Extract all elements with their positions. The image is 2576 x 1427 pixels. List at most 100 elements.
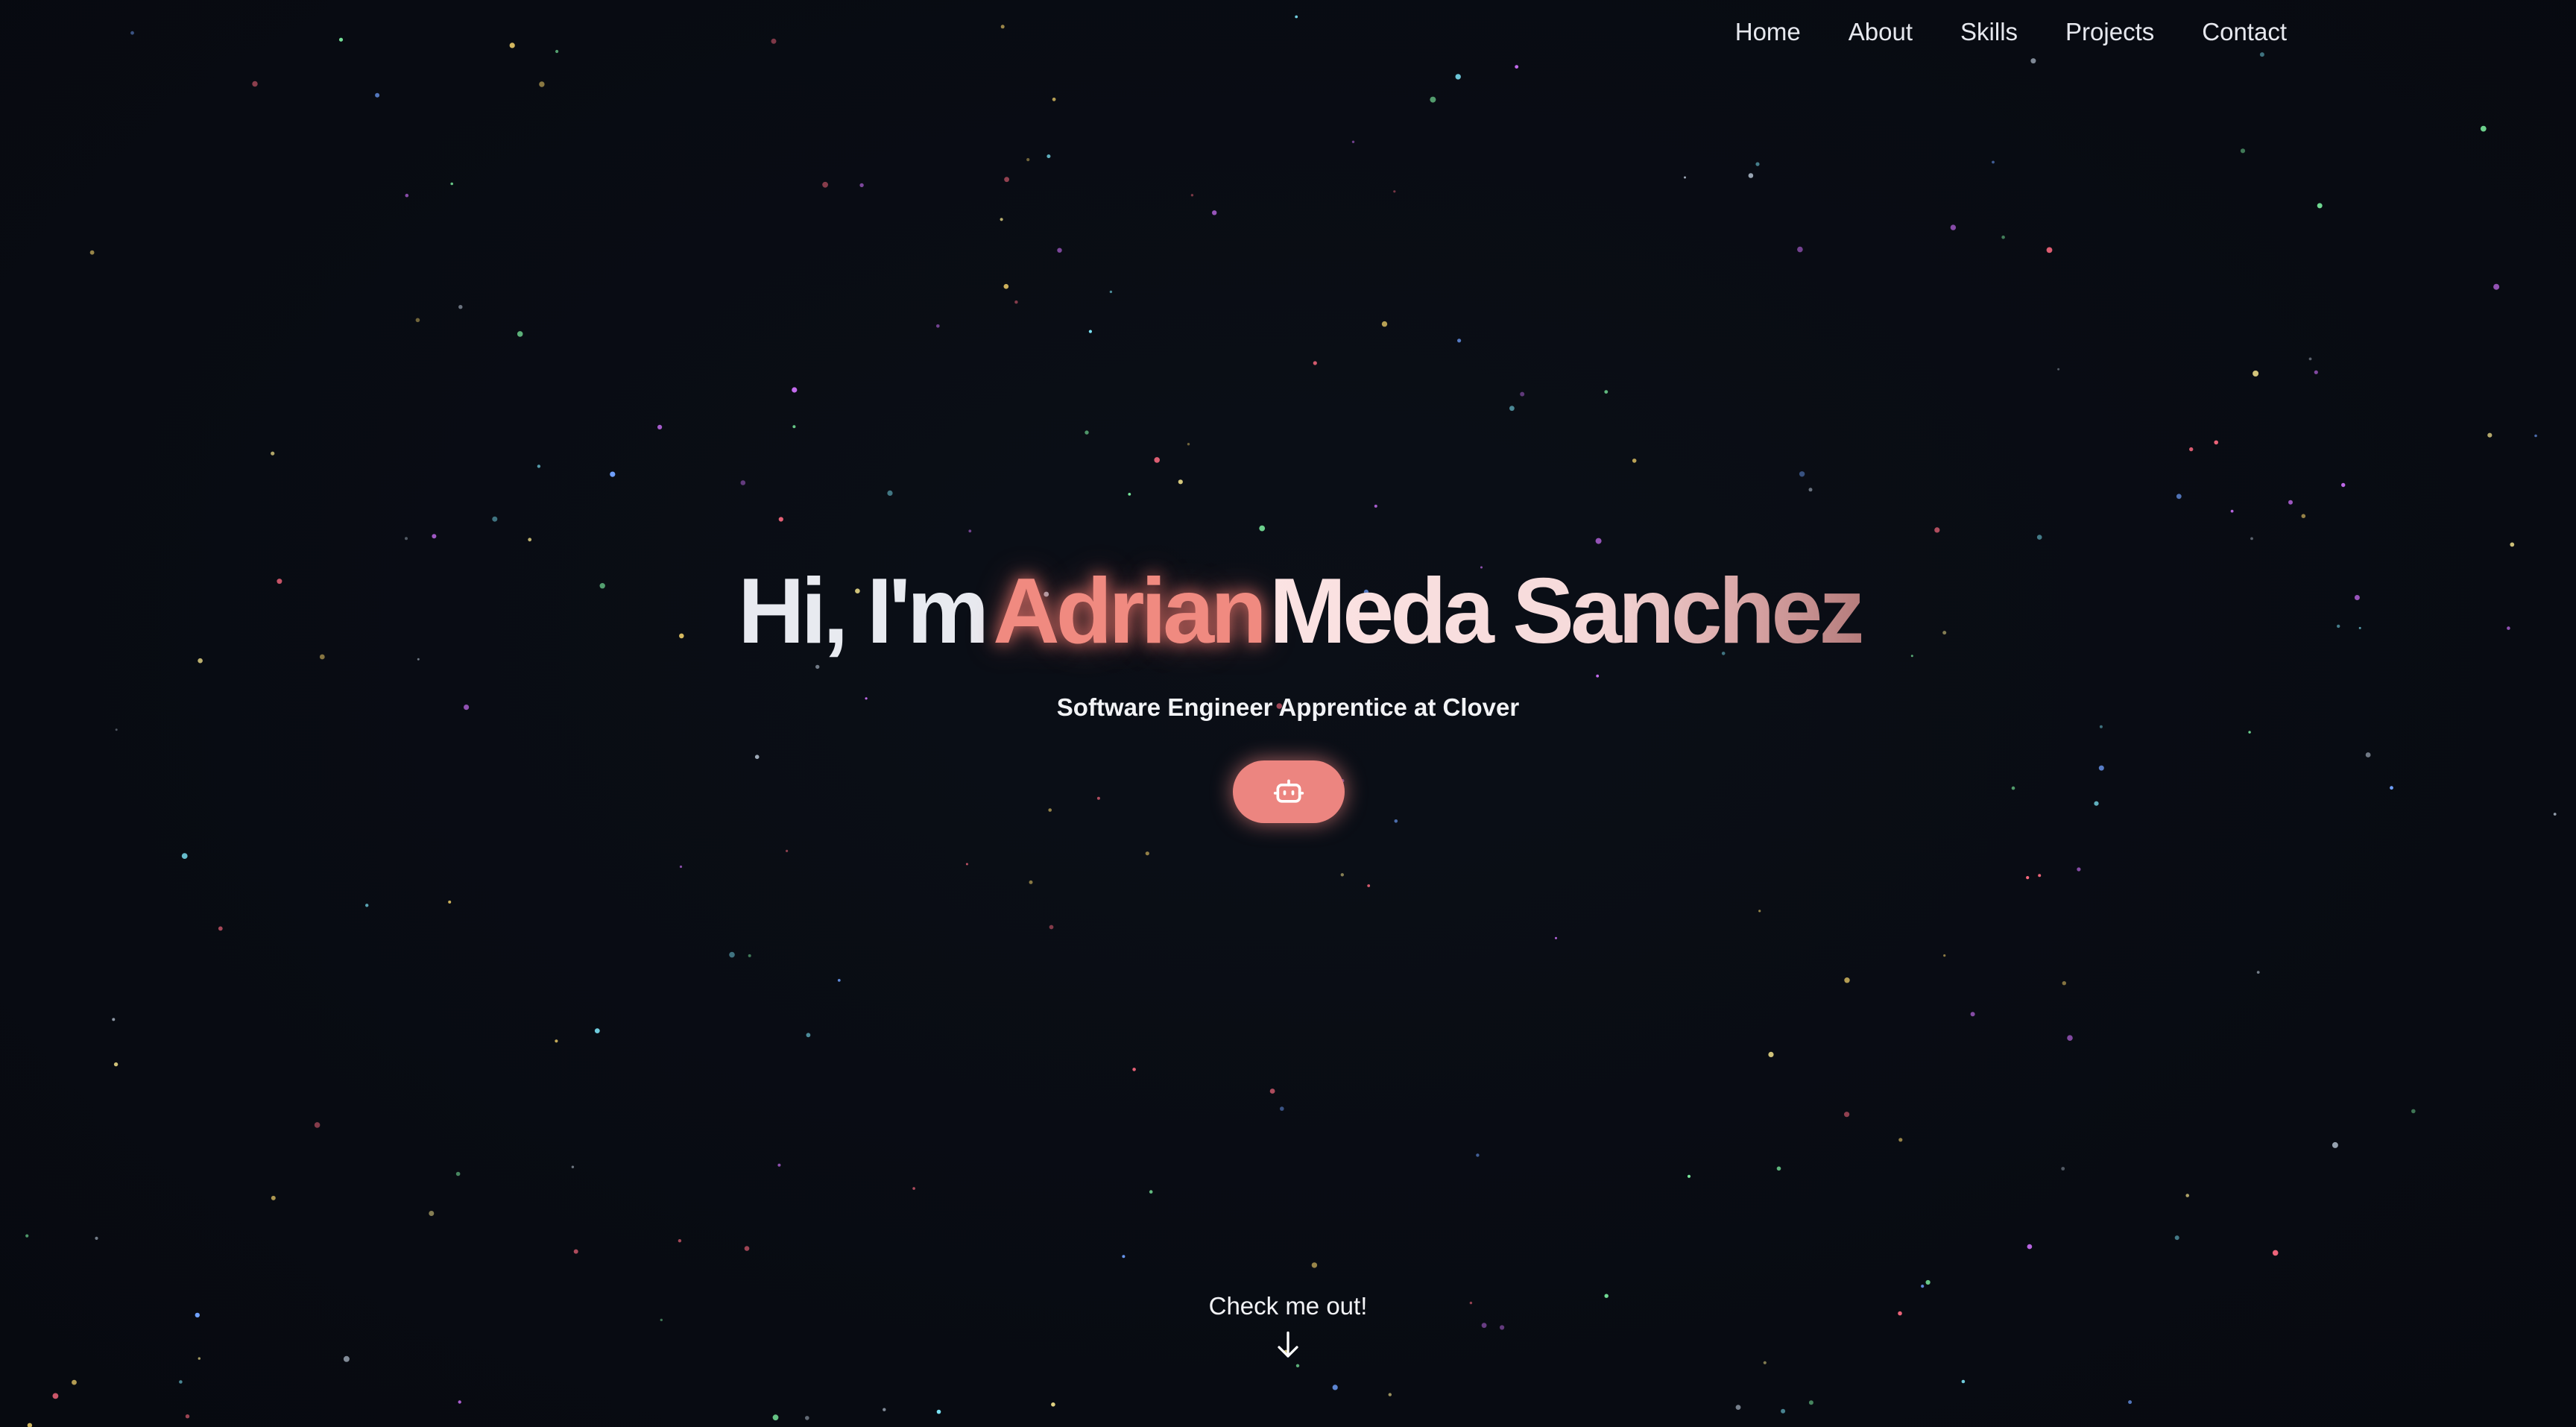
- star-dot: [185, 1414, 190, 1419]
- star-dot: [2214, 440, 2218, 445]
- nav-contact[interactable]: Contact: [2202, 18, 2287, 46]
- star-dot: [1925, 1279, 1931, 1285]
- nav-about[interactable]: About: [1849, 18, 1913, 46]
- star-dot: [1844, 1112, 1850, 1118]
- star-dot: [1149, 1190, 1153, 1194]
- star-dot: [539, 81, 545, 87]
- star-dot: [571, 1165, 575, 1168]
- star-dot: [740, 480, 746, 485]
- chatbot-button[interactable]: [1233, 760, 1345, 823]
- star-dot: [1096, 796, 1100, 800]
- star-dot: [458, 1400, 461, 1404]
- star-dot: [113, 1062, 119, 1067]
- star-dot: [375, 92, 380, 98]
- star-dot: [792, 425, 796, 429]
- star-dot: [1145, 851, 1149, 856]
- scroll-hint-label: Check me out!: [1208, 1292, 1368, 1320]
- star-dot: [2240, 148, 2246, 154]
- star-dot: [1313, 361, 1317, 365]
- nav-skills[interactable]: Skills: [1960, 18, 2018, 46]
- hero-greeting: Hi, I'm: [738, 560, 989, 663]
- star-dot: [1311, 1262, 1318, 1268]
- star-dot: [1003, 283, 1009, 289]
- star-dot: [112, 1018, 116, 1021]
- star-dot: [179, 1380, 183, 1384]
- star-dot: [218, 926, 223, 931]
- star-dot: [1555, 936, 1557, 939]
- star-dot: [1735, 1405, 1741, 1410]
- star-dot: [1029, 880, 1033, 884]
- star-dot: [2301, 514, 2306, 518]
- star-dot: [1763, 1361, 1767, 1364]
- star-dot: [1190, 194, 1194, 197]
- star-dot: [1808, 1400, 1813, 1405]
- star-dot: [837, 979, 841, 982]
- star-dot: [2030, 58, 2036, 64]
- star-dot: [492, 516, 498, 522]
- hero-subtitle: Software Engineer Apprentice at Clover: [1056, 693, 1520, 721]
- star-dot: [729, 951, 735, 958]
- star-dot: [2067, 1035, 2073, 1041]
- nav-projects[interactable]: Projects: [2065, 18, 2154, 46]
- star-dot: [1748, 173, 1754, 178]
- star-dot: [1332, 1385, 1338, 1390]
- nav-home[interactable]: Home: [1735, 18, 1801, 46]
- star-dot: [1212, 210, 1217, 215]
- star-dot: [2128, 1400, 2133, 1405]
- star-dot: [1476, 1153, 1480, 1157]
- star-dot: [887, 490, 893, 497]
- star-dot: [1367, 884, 1371, 887]
- star-dot: [2314, 370, 2318, 374]
- star-dot: [1057, 248, 1062, 253]
- star-dot: [1393, 190, 1396, 193]
- star-dot: [1768, 1051, 1774, 1057]
- star-dot: [115, 728, 118, 731]
- star-dot: [528, 538, 532, 542]
- star-dot: [405, 193, 409, 198]
- star-dot: [2272, 1250, 2279, 1256]
- star-dot: [594, 1028, 600, 1033]
- star-dot: [792, 387, 798, 393]
- star-dot: [822, 181, 828, 188]
- star-dot: [1799, 471, 1805, 477]
- star-dot: [2094, 801, 2099, 806]
- star-dot: [1687, 1174, 1691, 1178]
- star-dot: [1388, 1393, 1392, 1396]
- star-dot: [448, 900, 452, 904]
- star-dot: [778, 517, 783, 522]
- star-dot: [1970, 1012, 1975, 1017]
- star-dot: [1351, 140, 1355, 143]
- star-dot: [365, 904, 369, 907]
- star-dot: [405, 537, 408, 541]
- star-dot: [517, 331, 523, 337]
- star-dot: [72, 1379, 77, 1385]
- star-dot: [806, 1033, 811, 1038]
- star-dot: [2390, 786, 2393, 790]
- star-dot: [2493, 283, 2500, 290]
- star-dot: [1632, 459, 1637, 463]
- star-dot: [2038, 874, 2042, 878]
- star-dot: [2256, 971, 2260, 974]
- star-dot: [1004, 177, 1009, 183]
- robot-icon: [1273, 779, 1304, 803]
- star-dot: [771, 38, 777, 44]
- star-dot: [2011, 786, 2015, 790]
- star-dot: [1109, 290, 1113, 294]
- star-dot: [1595, 538, 1602, 544]
- star-dot: [2354, 595, 2360, 600]
- star-dot: [1942, 631, 1947, 635]
- star-dot: [1381, 321, 1388, 327]
- arrow-down-icon[interactable]: [1275, 1329, 1301, 1361]
- star-dot: [2099, 725, 2103, 728]
- star-dot: [786, 849, 789, 852]
- star-dot: [883, 1408, 886, 1411]
- star-dot: [1961, 1379, 1966, 1384]
- star-dot: [1604, 390, 1609, 394]
- star-dot: [2174, 1235, 2179, 1241]
- star-dot: [1898, 1138, 1903, 1142]
- star-dot: [610, 471, 616, 477]
- star-dot: [1295, 15, 1298, 19]
- star-dot: [2189, 447, 2194, 452]
- star-dot: [1934, 527, 1940, 533]
- star-dot: [52, 1393, 59, 1399]
